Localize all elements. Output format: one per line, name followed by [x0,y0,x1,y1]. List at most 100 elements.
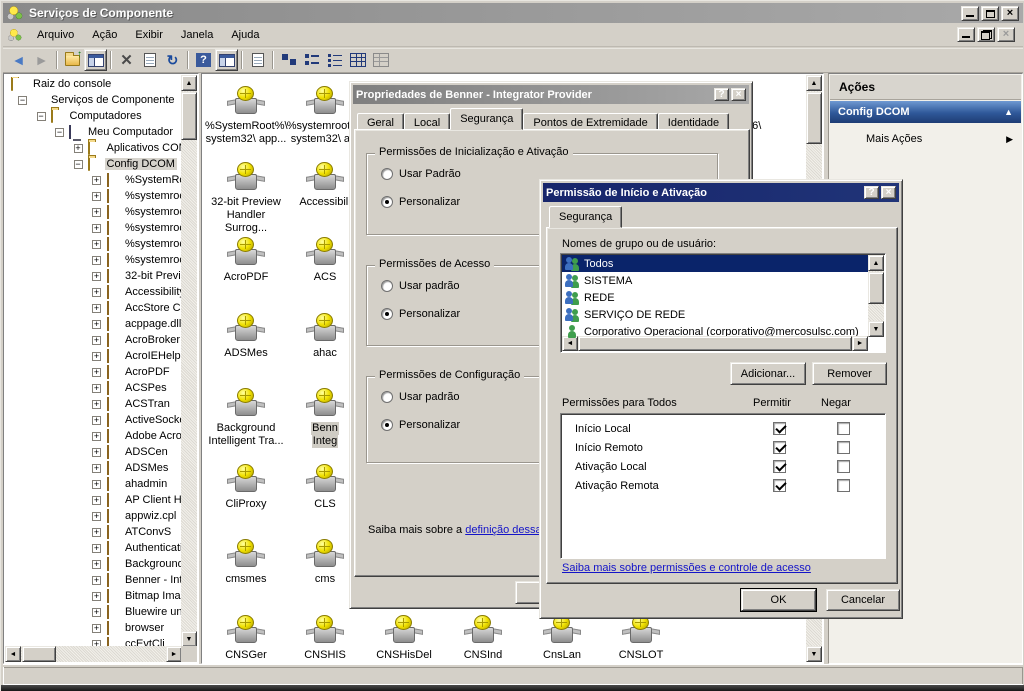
dcom-list-item[interactable]: 32-bit PreviewHandler Surrog... [204,162,288,235]
listbox-hscroll-thumb[interactable] [578,336,852,351]
actions-section-config-dcom[interactable]: Config DCOM ▲ [830,101,1021,123]
group-icon [565,291,580,305]
deny-checkbox[interactable] [837,441,850,454]
radio-label: Personalizar [399,196,460,208]
permission-label: Ativação Local [575,461,647,473]
allow-checkbox[interactable] [773,422,786,435]
radio-button[interactable] [381,280,393,292]
minimize-icon [966,15,974,17]
scroll-right-button[interactable]: ► [852,336,868,351]
dcom-list-item[interactable]: CNSInd [441,615,525,662]
help-titlebar-button[interactable]: ? [864,186,879,199]
scroll-down-button[interactable]: ▼ [868,321,884,337]
dcom-list-item[interactable]: CNSHIS [283,615,367,662]
permissions-for-label: Permissões para Todos [562,397,677,409]
dcom-item-label: CNSLOT [599,649,683,662]
close-dialog-button[interactable]: × [881,186,896,199]
mdi-minimize-icon [962,36,970,38]
scroll-down-button[interactable]: ▼ [806,646,822,662]
dcom-component-icon [226,162,266,194]
group-user-listbox[interactable]: Todos SISTEMA REDE SERVIÇO DE REDE Corpo… [560,253,886,353]
group-list-item[interactable]: Todos [562,255,868,272]
tab-seguranca[interactable]: Segurança [549,206,622,228]
properties-dialog-titlebar[interactable]: Propriedades de Benner - Integrator Prov… [353,85,749,104]
scroll-up-button[interactable]: ▲ [868,255,884,271]
more-actions-label: Mais Ações [866,133,922,145]
group-icon [565,257,580,271]
mdi-close-button[interactable]: × [997,27,1015,42]
dcom-list-item[interactable]: CnsLan [520,615,604,662]
dcom-list-item[interactable]: CNSHisDel [362,615,446,662]
group-list-item[interactable]: SERVIÇO DE REDE [562,306,868,323]
permission-row: Início Remoto [561,438,885,457]
window-bottom-edge [1,685,1024,691]
deny-checkbox[interactable] [837,460,850,473]
dcom-item-label: %SystemRoot%\system32\ app... [204,120,288,146]
dcom-item-label: CliProxy [204,498,288,511]
permission-dialog-title: Permissão de Início e Ativação [546,187,707,199]
group-list-item[interactable]: REDE [562,289,868,306]
dcom-list-item[interactable]: CNSGer [204,615,288,662]
dcom-item-label: AcroPDF [204,271,288,284]
close-dialog-button[interactable]: × [731,88,746,101]
maximize-button[interactable] [981,6,999,21]
dcom-list-item[interactable]: AcroPDF [204,237,288,284]
permission-label: Início Remoto [575,442,643,454]
permission-dialog-titlebar[interactable]: Permissão de Início e Ativação ? × [543,183,899,202]
status-bar [3,664,1023,685]
dcom-list-item[interactable]: BackgroundIntelligent Tra... [204,388,288,448]
more-actions-item[interactable]: Mais Ações ▶ [830,128,1021,150]
list-scroll-thumb[interactable] [806,92,822,144]
dcom-component-icon [305,388,345,420]
group-name: SERVIÇO DE REDE [584,309,685,321]
component-services-window: Serviços de Componente × ArquivoAçãoExib… [0,0,1024,691]
scroll-up-button[interactable]: ▲ [806,75,822,91]
listbox-scroll-thumb[interactable] [868,272,884,304]
dcom-list-item[interactable]: CNSLOT [599,615,683,662]
listbox-vertical-scrollbar[interactable]: ▲ ▼ [868,255,884,337]
dcom-list-item[interactable]: cmsmes [204,539,288,586]
radio-label: Usar Padrão [399,168,461,180]
remove-button[interactable]: Remover [812,362,887,385]
definition-link[interactable]: definição dessa [465,524,541,536]
allow-checkbox[interactable] [773,441,786,454]
dcom-item-label: CNSInd [441,649,525,662]
groupbox-title: Permissões de Inicialização e Ativação [375,146,573,158]
mdi-restore-button[interactable] [977,27,995,42]
listbox-horizontal-scrollbar[interactable]: ◄ ► [562,336,868,351]
properties-learn-more-line: Saiba mais sobre a definição dessa [368,524,542,536]
dcom-list-item[interactable]: ADSMes [204,313,288,360]
dcom-list-item[interactable]: %SystemRoot%\system32\ app... [204,86,288,146]
radio-button[interactable] [381,196,393,208]
allow-checkbox[interactable] [773,460,786,473]
group-icon [565,274,580,288]
allow-checkbox[interactable] [773,479,786,492]
help-titlebar-button[interactable]: ? [714,88,729,101]
dcom-component-icon [305,162,345,194]
permission-row: Ativação Local [561,457,885,476]
add-button[interactable]: Adicionar... [730,362,806,385]
groupbox-title: Permissões de Acesso [375,258,494,270]
permissions-learn-more-link[interactable]: Saiba mais sobre permissões e controle d… [562,562,811,574]
dcom-item-label: 32-bit PreviewHandler Surrog... [204,196,288,235]
radio-button[interactable] [381,391,393,403]
group-names-label: Nomes de grupo ou de usuário: [562,238,716,250]
groupbox-title: Permissões de Configuração [375,369,524,381]
group-name: REDE [584,292,615,304]
ok-button[interactable]: OK [741,589,816,611]
minimize-button[interactable] [961,6,979,21]
radio-button[interactable] [381,168,393,180]
deny-checkbox[interactable] [837,422,850,435]
collapse-icon[interactable]: ▲ [1004,107,1013,117]
mdi-minimize-button[interactable] [957,27,975,42]
tab-segurança[interactable]: Segurança [450,108,523,130]
group-list-item[interactable]: SISTEMA [562,272,868,289]
dcom-list-item[interactable]: CliProxy [204,464,288,511]
cancel-button[interactable]: Cancelar [826,589,900,611]
permission-label: Início Local [575,423,631,435]
dcom-component-icon [226,464,266,496]
radio-button[interactable] [381,419,393,431]
radio-button[interactable] [381,308,393,320]
close-button[interactable]: × [1001,6,1019,21]
deny-checkbox[interactable] [837,479,850,492]
